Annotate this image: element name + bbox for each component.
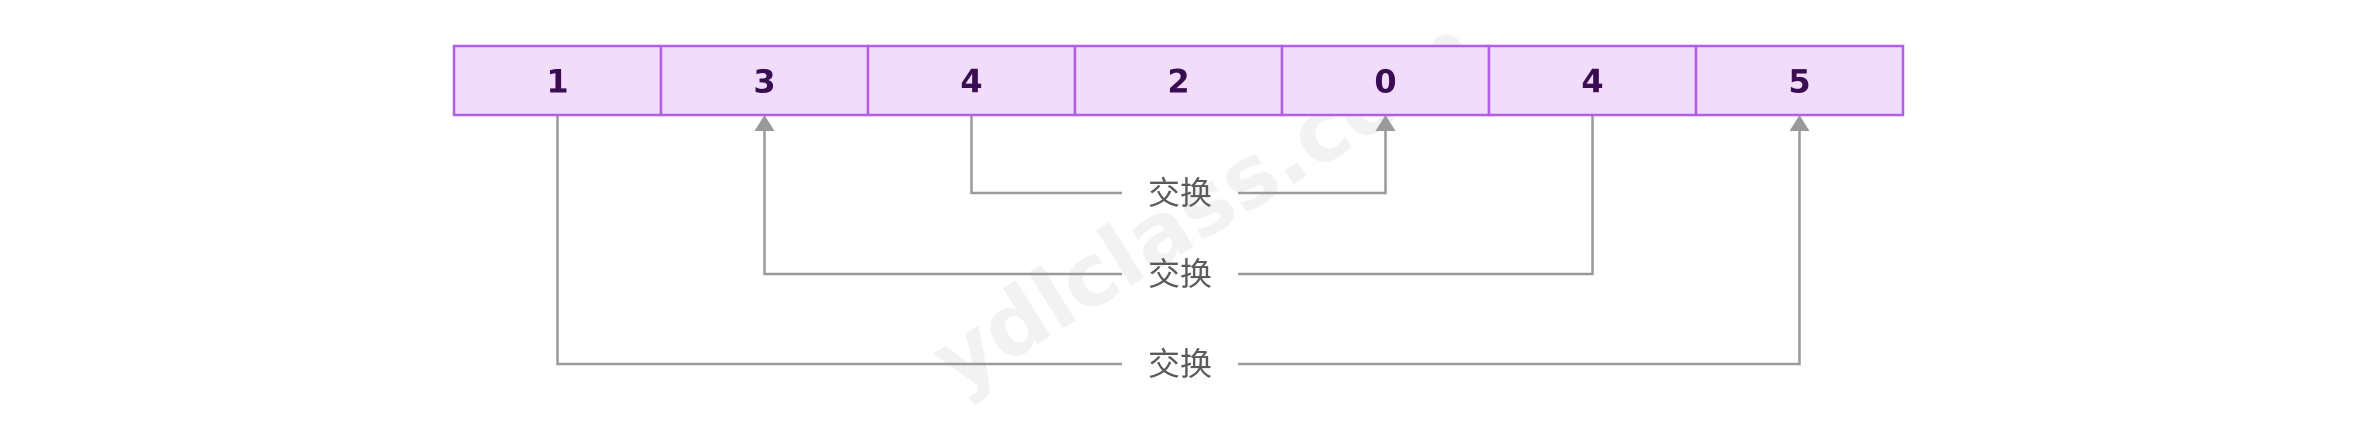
array-row: 1 3 4 2 0 4 5 [452, 44, 1905, 117]
array-cell: 4 [1487, 44, 1698, 117]
swap-line-left [970, 115, 1122, 195]
array-cell: 4 [866, 44, 1077, 117]
array-cell: 5 [1694, 44, 1905, 117]
array-cell: 0 [1280, 44, 1491, 117]
swap-label: 交换 [1148, 255, 1212, 293]
swap-label: 交换 [1148, 174, 1212, 212]
array-cell-value: 2 [1167, 63, 1189, 101]
swap-label: 交换 [1148, 345, 1212, 383]
array-cell-value: 4 [1581, 63, 1603, 101]
array-cell-value: 0 [1374, 63, 1396, 101]
swap-diagram: ydlclass.com 交换交换交换 1342045 [452, 0, 1905, 412]
array-cell-value: 4 [960, 63, 982, 101]
arrowhead-icon [1789, 115, 1810, 131]
arrowhead-icon [754, 115, 775, 131]
array-cell: 1 [452, 44, 663, 117]
array-cell: 3 [659, 44, 870, 117]
array-cell-value: 3 [753, 63, 775, 101]
array-cell-value: 1 [546, 63, 568, 101]
array-cell: 2 [1073, 44, 1284, 117]
array-cell-value: 5 [1788, 63, 1810, 101]
